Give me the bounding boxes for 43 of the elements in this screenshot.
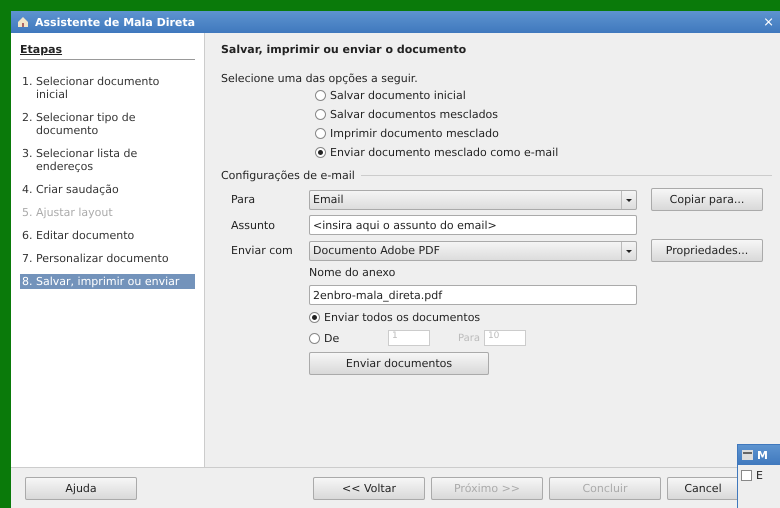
field-label: Para: [231, 193, 256, 206]
step-item[interactable]: 7. Personalizar documento: [20, 251, 195, 266]
checkbox-label[interactable]: E: [756, 469, 763, 482]
radio-button[interactable]: [309, 312, 320, 323]
step-item[interactable]: 2. Selecionar tipo de documento: [20, 110, 195, 138]
step-item[interactable]: 6. Editar documento: [20, 228, 195, 243]
dropdown[interactable]: Email: [309, 190, 637, 210]
nav-button[interactable]: << Voltar: [313, 476, 425, 500]
dropdown[interactable]: Documento Adobe PDF: [309, 240, 637, 260]
radio-button[interactable]: [315, 147, 326, 158]
page-title: Salvar, imprimir ou enviar o documento: [221, 43, 468, 56]
radio-button[interactable]: [309, 332, 320, 344]
send-documents-button[interactable]: Enviar documentos: [309, 352, 489, 375]
steps-heading: Etapas: [20, 43, 195, 60]
field-label: Enviar com: [231, 244, 294, 257]
properties-button[interactable]: Propriedades...: [651, 239, 763, 262]
field-label: Nome do anexo: [309, 266, 396, 279]
field-label: Assunto: [231, 218, 276, 232]
option-label[interactable]: Salvar documentos mesclados: [330, 108, 498, 121]
close-button[interactable]: ×: [763, 14, 774, 30]
nav-button[interactable]: Cancel: [667, 476, 739, 500]
copy-to-button[interactable]: Copiar para...: [651, 188, 763, 211]
option-label[interactable]: Imprimir documento mesclado: [330, 127, 499, 140]
window-title: Assistente de Mala Direta: [35, 16, 196, 28]
option-label[interactable]: Enviar todos os documentos: [324, 311, 480, 324]
radio-button[interactable]: [315, 128, 326, 139]
house-icon: [17, 16, 29, 28]
step-item[interactable]: 4. Criar saudação: [20, 182, 195, 197]
option-label[interactable]: Enviar documento mesclado como e-mail: [330, 146, 558, 159]
step-item[interactable]: 3. Selecionar lista de endereços: [20, 146, 195, 174]
group-legend: Configurações de e-mail: [221, 169, 355, 182]
window-icon: [742, 450, 753, 460]
prompt-text: Selecione uma das opções a seguir.: [221, 72, 419, 85]
radio-button[interactable]: [315, 90, 326, 101]
radio-button[interactable]: [315, 109, 326, 120]
checkbox[interactable]: [741, 470, 752, 481]
window-title: M: [757, 448, 768, 462]
input-field[interactable]: <insira aqui o assunto do email>: [309, 215, 637, 235]
input-field[interactable]: 2enbro-mala_direta.pdf: [309, 285, 637, 305]
option-label[interactable]: Salvar documento inicial: [330, 89, 466, 102]
option-label[interactable]: De: [324, 332, 384, 344]
help-button[interactable]: Ajuda: [25, 476, 137, 500]
step-item[interactable]: 1. Selecionar documento inicial: [20, 74, 195, 102]
